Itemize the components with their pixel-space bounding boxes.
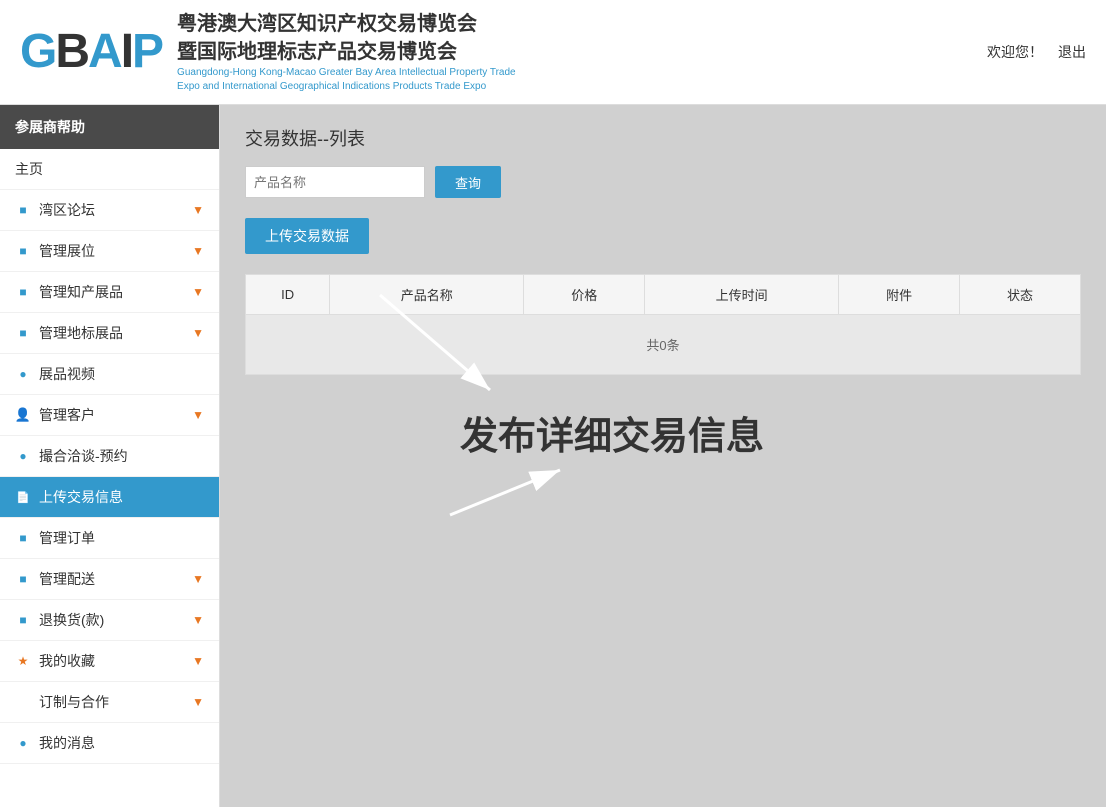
table-empty-row: 共0条 xyxy=(246,315,1081,375)
sidebar-item-bay-forum[interactable]: ■ 湾区论坛 ▼ xyxy=(0,190,219,231)
logo-p: P xyxy=(132,25,162,78)
sidebar-item-manage-order[interactable]: ■ 管理订单 xyxy=(0,518,219,559)
sidebar-item-meeting-appt[interactable]: ● 撮合洽谈-预约 xyxy=(0,436,219,477)
logout-button[interactable]: 退出 xyxy=(1058,42,1086,62)
sidebar-item-manage-ip[interactable]: ■ 管理知产展品 ▼ xyxy=(0,272,219,313)
search-bar: 查询 xyxy=(245,166,1081,198)
sidebar-item-home[interactable]: 主页 xyxy=(0,149,219,190)
header-right: 欢迎您！ 退出 xyxy=(987,42,1086,62)
sidebar-label-manage-ip: 管理知产展品 xyxy=(39,282,192,302)
sidebar-item-return-goods[interactable]: ■ 退换货(款) ▼ xyxy=(0,600,219,641)
my-favorites-icon: ★ xyxy=(15,653,31,669)
manage-geo-arrow-icon: ▼ xyxy=(192,326,204,340)
bay-forum-arrow-icon: ▼ xyxy=(192,203,204,217)
logo: GBAIP xyxy=(20,28,162,76)
return-goods-icon: ■ xyxy=(15,612,31,628)
return-goods-arrow-icon: ▼ xyxy=(192,613,204,627)
sidebar-item-custom-collab[interactable]: 订制与合作 ▼ xyxy=(0,682,219,723)
my-messages-icon: ● xyxy=(15,735,31,751)
sidebar-item-manage-geo[interactable]: ■ 管理地标展品 ▼ xyxy=(0,313,219,354)
sidebar-label-my-messages: 我的消息 xyxy=(39,733,204,753)
sidebar-label-manage-geo: 管理地标展品 xyxy=(39,323,192,343)
sidebar-header: 参展商帮助 xyxy=(0,105,219,149)
sidebar-label-manage-booth: 管理展位 xyxy=(39,241,192,261)
manage-ip-arrow-icon: ▼ xyxy=(192,285,204,299)
logo-a: A xyxy=(88,25,121,78)
manage-delivery-arrow-icon: ▼ xyxy=(192,572,204,586)
upload-trade-data-button[interactable]: 上传交易数据 xyxy=(245,218,369,254)
col-id: ID xyxy=(246,275,330,315)
sidebar: 参展商帮助 主页 ■ 湾区论坛 ▼ ■ 管理展位 ▼ ■ 管理知产展品 ▼ ■ … xyxy=(0,105,220,807)
sidebar-label-custom-collab: 订制与合作 xyxy=(15,692,192,712)
sidebar-item-manage-customer[interactable]: 👤 管理客户 ▼ xyxy=(0,395,219,436)
welcome-text: 欢迎您！ xyxy=(987,42,1043,62)
main-layout: 参展商帮助 主页 ■ 湾区论坛 ▼ ■ 管理展位 ▼ ■ 管理知产展品 ▼ ■ … xyxy=(0,105,1106,807)
search-input[interactable] xyxy=(245,166,425,198)
sidebar-label-home: 主页 xyxy=(15,159,204,179)
header-title-en: Guangdong-Hong Kong-Macao Greater Bay Ar… xyxy=(177,66,537,94)
manage-delivery-icon: ■ xyxy=(15,571,31,587)
manage-geo-icon: ■ xyxy=(15,325,31,341)
page-title: 交易数据--列表 xyxy=(245,125,1081,151)
trade-data-table: ID 产品名称 价格 上传时间 附件 状态 共0条 xyxy=(245,274,1081,375)
manage-order-icon: ■ xyxy=(15,530,31,546)
sidebar-label-manage-order: 管理订单 xyxy=(39,528,204,548)
upload-btn-wrapper: 上传交易数据 xyxy=(245,218,1081,274)
header-title-cn-2: 暨国际地理标志产品交易博览会 xyxy=(177,38,537,66)
sidebar-label-manage-delivery: 管理配送 xyxy=(39,569,192,589)
col-status: 状态 xyxy=(960,275,1081,315)
col-price: 价格 xyxy=(524,275,645,315)
empty-text: 共0条 xyxy=(246,315,1081,375)
manage-customer-arrow-icon: ▼ xyxy=(192,408,204,422)
meeting-appt-icon: ● xyxy=(15,448,31,464)
my-favorites-arrow-icon: ▼ xyxy=(192,654,204,668)
sidebar-label-bay-forum: 湾区论坛 xyxy=(39,200,192,220)
sidebar-item-my-favorites[interactable]: ★ 我的收藏 ▼ xyxy=(0,641,219,682)
header-title-cn-1: 粤港澳大湾区知识产权交易博览会 xyxy=(177,10,537,38)
manage-customer-icon: 👤 xyxy=(15,407,31,423)
sidebar-label-my-favorites: 我的收藏 xyxy=(39,651,192,671)
sidebar-item-manage-delivery[interactable]: ■ 管理配送 ▼ xyxy=(0,559,219,600)
logo-g: G xyxy=(20,25,55,78)
bay-forum-icon: ■ xyxy=(15,202,31,218)
header-left: GBAIP 粤港澳大湾区知识产权交易博览会 暨国际地理标志产品交易博览会 Gua… xyxy=(20,10,537,94)
upload-trade-icon: 📄 xyxy=(15,489,31,505)
sidebar-item-manage-booth[interactable]: ■ 管理展位 ▼ xyxy=(0,231,219,272)
sidebar-item-upload-trade[interactable]: 📄 上传交易信息 xyxy=(0,477,219,518)
sidebar-label-manage-customer: 管理客户 xyxy=(39,405,192,425)
col-attachment: 附件 xyxy=(839,275,960,315)
logo-i: I xyxy=(121,25,132,78)
header-text: 粤港澳大湾区知识产权交易博览会 暨国际地理标志产品交易博览会 Guangdong… xyxy=(177,10,537,94)
custom-collab-arrow-icon: ▼ xyxy=(192,695,204,709)
header: GBAIP 粤港澳大湾区知识产权交易博览会 暨国际地理标志产品交易博览会 Gua… xyxy=(0,0,1106,105)
search-button[interactable]: 查询 xyxy=(435,166,501,198)
manage-ip-icon: ■ xyxy=(15,284,31,300)
sidebar-item-exhibit-video[interactable]: ● 展品视频 xyxy=(0,354,219,395)
logo-b: B xyxy=(55,25,88,78)
sidebar-label-meeting-appt: 撮合洽谈-预约 xyxy=(39,446,204,466)
manage-booth-icon: ■ xyxy=(15,243,31,259)
exhibit-video-icon: ● xyxy=(15,366,31,382)
col-product-name: 产品名称 xyxy=(330,275,524,315)
manage-booth-arrow-icon: ▼ xyxy=(192,244,204,258)
sidebar-label-return-goods: 退换货(款) xyxy=(39,610,192,630)
sidebar-item-my-messages[interactable]: ● 我的消息 xyxy=(0,723,219,764)
sidebar-label-upload-trade: 上传交易信息 xyxy=(39,487,204,507)
sidebar-label-exhibit-video: 展品视频 xyxy=(39,364,204,384)
col-upload-time: 上传时间 xyxy=(645,275,839,315)
annotation-text: 发布详细交易信息 xyxy=(460,405,764,460)
content-area: 交易数据--列表 查询 上传交易数据 ID 产品名称 价格 上传时间 附件 状态 xyxy=(220,105,1106,807)
